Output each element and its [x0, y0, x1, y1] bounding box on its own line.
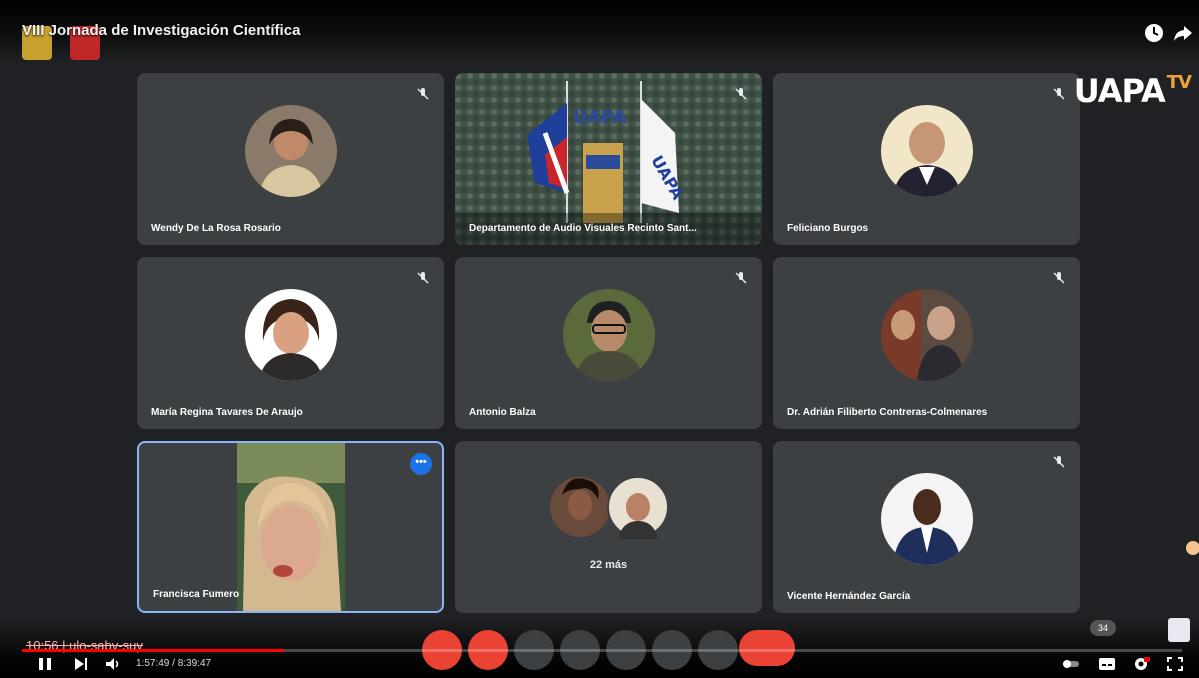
participant-name: Departamento de Audio Visuales Recinto S…: [469, 223, 697, 234]
mic-off-icon: [735, 88, 747, 100]
mic-off-icon: [417, 88, 429, 100]
uapa-tv-logo: UAPA TV: [1073, 72, 1192, 110]
participant-name: Antonio Balza: [469, 407, 536, 418]
share-icon[interactable]: [1172, 22, 1194, 44]
watch-later-icon[interactable]: [1143, 22, 1165, 44]
avatar: [880, 289, 973, 381]
avatar: [562, 289, 655, 381]
participant-tile[interactable]: Vicente Hernández García: [773, 441, 1080, 613]
time-display: 1:57:49 / 8:39:47: [136, 658, 212, 669]
people-count-badge: 34: [1090, 620, 1116, 636]
video-feed: UAPA UAPA: [455, 73, 762, 245]
participant-tile[interactable]: Dr. Adrián Filiberto Contreras-Colmenare…: [773, 257, 1080, 429]
mic-off-icon: [1053, 272, 1065, 284]
next-icon[interactable]: [72, 656, 90, 672]
participant-tile[interactable]: Feliciano Burgos: [773, 73, 1080, 245]
participant-name: Francisca Fumero: [153, 589, 240, 600]
video-feed: [237, 443, 345, 611]
svg-text:UAPA: UAPA: [573, 107, 627, 128]
end-call-button[interactable]: [739, 630, 795, 666]
more-options-button[interactable]: •••: [410, 453, 432, 475]
participant-tile-others[interactable]: 22 más: [455, 441, 762, 613]
participant-name: Wendy De La Rosa Rosario: [151, 223, 281, 234]
participant-tile[interactable]: Antonio Balza: [455, 257, 762, 429]
participant-name: Vicente Hernández García: [787, 591, 911, 602]
video-title[interactable]: VIII Jornada de Investigación Científica: [22, 22, 300, 39]
fullscreen-icon[interactable]: [1166, 656, 1184, 672]
video-player[interactable]: Wendy De La Rosa Rosario UAPA UAPA Depar…: [0, 0, 1199, 678]
participant-tile[interactable]: María Regina Tavares De Araujo: [137, 257, 444, 429]
side-logo: [1168, 618, 1190, 642]
side-indicator-icon: [1186, 541, 1199, 555]
participant-name: Feliciano Burgos: [787, 223, 869, 234]
tv-logo-text: TV: [1166, 72, 1192, 93]
progress-fill: [22, 649, 285, 652]
subtitles-icon[interactable]: [1098, 656, 1116, 672]
avatar: [244, 289, 337, 381]
avatar: [880, 473, 973, 565]
avatar: [244, 105, 337, 197]
group-avatars: [550, 476, 669, 539]
participant-name: Dr. Adrián Filiberto Contreras-Colmenare…: [787, 407, 988, 418]
participant-name: María Regina Tavares De Araujo: [151, 407, 303, 418]
settings-icon[interactable]: [1132, 656, 1150, 672]
autoplay-toggle-icon[interactable]: [1062, 656, 1080, 672]
volume-icon[interactable]: [104, 656, 122, 672]
mic-off-icon: [735, 272, 747, 284]
mic-off-icon: [1053, 456, 1065, 468]
others-count-label: 22 más: [589, 559, 628, 571]
avatar: [880, 105, 973, 197]
mic-off-icon: [417, 272, 429, 284]
participant-tile[interactable]: Wendy De La Rosa Rosario: [137, 73, 444, 245]
uapa-logo-text: UAPA: [1073, 72, 1166, 110]
progress-bar[interactable]: [22, 649, 1182, 652]
mic-off-icon: [1053, 88, 1065, 100]
pause-icon[interactable]: [36, 656, 54, 672]
participant-tile-active[interactable]: ••• Francisca Fumero: [137, 441, 444, 613]
participant-tile[interactable]: UAPA UAPA Departamento de Audio Visuales…: [455, 73, 762, 245]
